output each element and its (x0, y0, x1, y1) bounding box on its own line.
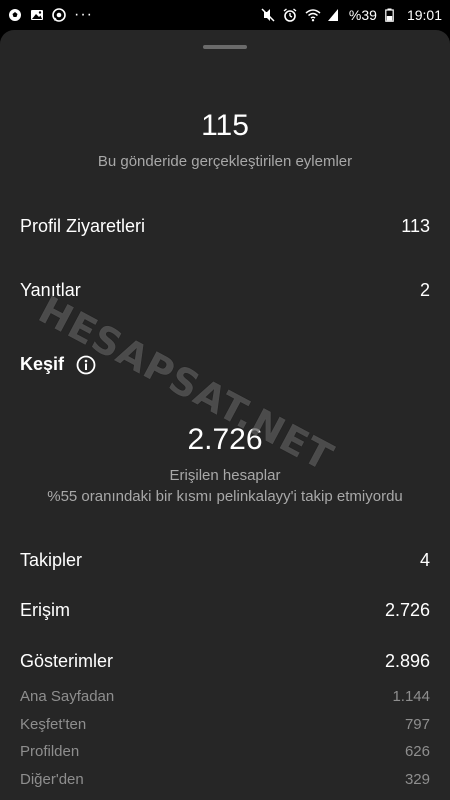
metric-row-follows: Takipler 4 (20, 550, 430, 571)
row-value: 2 (419, 280, 430, 300)
actions-summary: 115 Bu gönderide gerçekleştirilen eyleml… (0, 109, 450, 170)
reach-caption: Erişilen hesaplar (169, 467, 281, 484)
row-value: 1.144 (392, 688, 430, 705)
row-label: Erişim (20, 600, 70, 620)
metric-row-reach: Erişim 2.726 (20, 600, 430, 621)
reach-count: 2.726 (187, 423, 263, 456)
action-row-replies: Yanıtlar 2 (20, 280, 430, 301)
actions-caption: Bu gönderide gerçekleştirilen eylemler (97, 153, 353, 170)
row-label: Keşfet'ten (20, 716, 87, 733)
row-label: Ana Sayfadan (20, 688, 115, 705)
mute-icon (261, 8, 275, 22)
impressions-from-profile: Profilden 626 (20, 743, 430, 760)
row-value: 797 (404, 716, 430, 733)
discovery-header: Keşif (20, 354, 96, 375)
row-label: Diğer'den (20, 771, 84, 788)
row-value: 4 (419, 550, 430, 570)
row-label: Gösterimler (20, 651, 114, 671)
row-label: Profil Ziyaretleri (20, 216, 146, 236)
gallery-icon (30, 8, 44, 22)
row-label: Profilden (20, 743, 80, 760)
more-notifications-indicator: ··· (74, 6, 93, 23)
wifi-icon (305, 8, 321, 22)
row-label: Takipler (20, 550, 83, 570)
row-value: 2.726 (384, 600, 430, 620)
battery-percent: %39 (348, 7, 377, 23)
reach-summary: 2.726 Erişilen hesaplar %55 oranındaki b… (0, 423, 450, 505)
reach-note: %55 oranındaki bir kısmı pelinkalayy'i t… (47, 488, 403, 505)
soccer-ball-icon (8, 8, 22, 22)
whatsapp-icon (52, 8, 66, 22)
status-right: %39 19:01 (261, 7, 442, 23)
row-value: 113 (401, 216, 430, 236)
battery-icon (385, 8, 399, 22)
status-bar: ··· %39 19:01 (0, 0, 450, 30)
status-left: ··· (8, 6, 93, 23)
action-row-profile-visits: Profil Ziyaretleri 113 (20, 216, 430, 237)
info-icon[interactable] (76, 355, 96, 375)
alarm-icon (283, 8, 297, 22)
clock: 19:01 (406, 7, 442, 23)
insights-sheet: 115 Bu gönderide gerçekleştirilen eyleml… (0, 30, 450, 800)
impressions-from-home: Ana Sayfadan 1.144 (20, 688, 430, 705)
actions-count: 115 (201, 109, 249, 142)
discovery-title: Keşif (20, 354, 65, 374)
row-label: Yanıtlar (20, 280, 81, 300)
impressions-from-explore: Keşfet'ten 797 (20, 716, 430, 733)
drag-handle[interactable] (203, 45, 247, 49)
metric-row-impressions: Gösterimler 2.896 (20, 651, 430, 672)
signal-icon (327, 8, 341, 22)
row-value: 329 (404, 771, 430, 788)
row-value: 2.896 (384, 651, 430, 671)
row-value: 626 (404, 743, 430, 760)
impressions-from-other: Diğer'den 329 (20, 771, 430, 788)
